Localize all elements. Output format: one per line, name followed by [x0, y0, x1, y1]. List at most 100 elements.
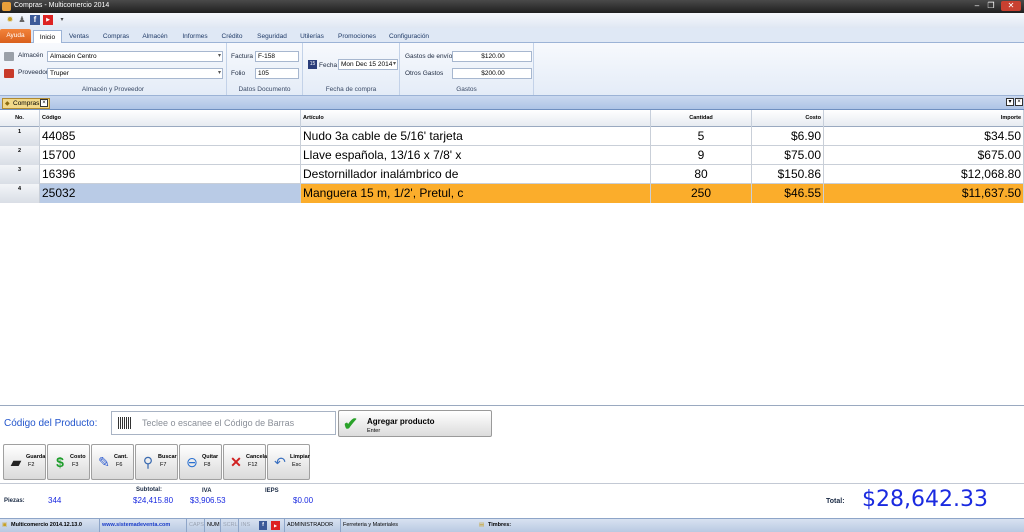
table-row[interactable]: 1 44085 Nudo 3a cable de 5/16' tarjeta 5…: [0, 127, 1024, 146]
window-title: Compras - Multicomercio 2014: [14, 2, 110, 9]
almacen-select[interactable]: Almacén Centro ▾: [47, 51, 223, 62]
facebook-icon[interactable]: f: [259, 521, 267, 530]
website-link[interactable]: www.sistemadeventa.com: [99, 519, 170, 532]
doc-tab-label: Compras: [13, 100, 40, 107]
proveedor-value: Truper: [50, 70, 69, 77]
close-icon[interactable]: ×: [1015, 98, 1023, 106]
guarda-button[interactable]: ▰ Guarda F2: [3, 444, 46, 480]
cell-codigo[interactable]: 25032: [40, 184, 301, 203]
tab-almacen[interactable]: Almacén: [138, 30, 172, 43]
cell-cantidad[interactable]: 9: [651, 146, 752, 165]
restore-icon[interactable]: ❐: [985, 1, 997, 11]
checkmark-icon: ✔: [343, 414, 359, 434]
user-text: ADMINISTRADOR: [284, 519, 333, 532]
header-importe[interactable]: Importe: [824, 110, 1024, 127]
proveedor-select[interactable]: Truper ▾: [47, 68, 223, 79]
quick-access-toolbar: ✹ ♟ f ▶ ▾: [0, 13, 1024, 28]
cell-cantidad[interactable]: 250: [651, 184, 752, 203]
cell-costo[interactable]: $6.90: [752, 127, 824, 146]
collapse-icon[interactable]: ▾: [1006, 98, 1014, 106]
ribbon-tabs: Ayuda Inicio Ventas Compras Almacén Info…: [0, 28, 1024, 43]
table-row-selected[interactable]: 4 25032 Manguera 15 m, 1/2', Pretul, c 2…: [0, 184, 1024, 203]
cell-importe[interactable]: $11,637.50: [824, 184, 1024, 203]
stamp-icon: ▤: [479, 522, 485, 528]
tab-ayuda[interactable]: Ayuda: [0, 29, 31, 43]
num-indicator: NUM: [204, 519, 220, 532]
chevron-down-icon[interactable]: ▾: [57, 15, 67, 25]
cell-codigo[interactable]: 44085: [40, 127, 301, 146]
cell-importe[interactable]: $12,068.80: [824, 165, 1024, 184]
cell-articulo[interactable]: Manguera 15 m, 1/2', Pretul, c: [301, 184, 651, 203]
cell-costo[interactable]: $150.86: [752, 165, 824, 184]
iva-value: $3,906.53: [190, 496, 226, 505]
button-key: F3: [72, 462, 79, 468]
cell-costo[interactable]: $46.55: [752, 184, 824, 203]
tab-informes[interactable]: Informes: [176, 30, 214, 43]
calendar-icon: 15: [308, 60, 317, 69]
group-caption: Almacén y Proveedor: [81, 86, 145, 93]
gastos-envio-field[interactable]: $120.00: [452, 51, 532, 62]
cancela-button[interactable]: ✕ Cancela F12: [223, 444, 267, 480]
button-label: Limpiar: [290, 454, 310, 460]
lightbulb-icon[interactable]: ✹: [5, 15, 15, 25]
table-row[interactable]: 2 15700 Llave española, 13/16 x 7/8' x 9…: [0, 146, 1024, 165]
header-no[interactable]: No.: [0, 110, 40, 127]
doc-tab-compras[interactable]: ◆ Compras ×: [2, 98, 50, 109]
cell-cantidad[interactable]: 80: [651, 165, 752, 184]
tab-utilerias[interactable]: Utilerías: [294, 30, 330, 43]
barcode-input[interactable]: Teclee o escanee el Código de Barras: [111, 411, 336, 435]
button-label: Guarda: [26, 454, 46, 460]
tab-seguridad[interactable]: Seguridad: [252, 30, 292, 43]
tab-credito[interactable]: Crédito: [217, 30, 247, 43]
header-articulo[interactable]: Artículo: [301, 110, 651, 127]
quitar-button[interactable]: ⊖ Quitar F8: [179, 444, 222, 480]
header-cantidad[interactable]: Cantidad: [651, 110, 752, 127]
users-icon[interactable]: ♟: [17, 15, 27, 25]
close-icon[interactable]: ✕: [1001, 1, 1021, 11]
tab-inicio[interactable]: Inicio: [33, 30, 62, 43]
buscar-button[interactable]: ⚲ Buscar F7: [135, 444, 178, 480]
chevron-down-icon: ▾: [217, 53, 221, 59]
cell-articulo[interactable]: Nudo 3a cable de 5/16' tarjeta: [301, 127, 651, 146]
tab-ventas[interactable]: Ventas: [64, 30, 94, 43]
subtotal-label: Subtotal:: [136, 487, 162, 493]
button-key: F8: [204, 462, 211, 468]
table-row[interactable]: 3 16396 Destornillador inalámbrico de 80…: [0, 165, 1024, 184]
factura-label: Factura: [231, 53, 254, 60]
cantidad-button[interactable]: ✎ Cant. F6: [91, 444, 134, 480]
minimize-icon[interactable]: –: [971, 1, 983, 11]
add-product-button[interactable]: ✔ Agregar producto Enter: [338, 410, 492, 437]
fecha-picker[interactable]: Mon Dec 15 2014 ▾: [338, 59, 398, 70]
minus-icon: ⊖: [186, 454, 198, 470]
tab-promociones[interactable]: Promociones: [333, 30, 381, 43]
costo-button[interactable]: $ Costo F3: [47, 444, 90, 480]
otros-gastos-field[interactable]: $200.00: [452, 68, 532, 79]
limpiar-button[interactable]: ↶ Limpiar Esc: [267, 444, 310, 480]
cell-importe[interactable]: $675.00: [824, 146, 1024, 165]
dollar-icon: $: [56, 454, 64, 470]
tab-compras[interactable]: Compras: [98, 30, 134, 43]
factura-field[interactable]: F-158: [255, 51, 299, 62]
cell-codigo[interactable]: 16396: [40, 165, 301, 184]
youtube-icon[interactable]: ▶: [43, 15, 53, 25]
tab-configuracion[interactable]: Configuración: [384, 30, 434, 43]
chevron-down-icon: ▾: [217, 70, 221, 76]
almacen-label: Almacén: [18, 52, 44, 59]
facebook-icon[interactable]: f: [30, 15, 40, 25]
cell-cantidad[interactable]: 5: [651, 127, 752, 146]
scrl-indicator: SCRL: [220, 519, 238, 532]
cell-articulo[interactable]: Llave española, 13/16 x 7/8' x: [301, 146, 651, 165]
youtube-icon[interactable]: ▶: [271, 521, 280, 530]
button-key: Esc: [292, 462, 302, 468]
header-codigo[interactable]: Código: [40, 110, 301, 127]
version-text: Multicomercio 2014.12.13.0: [11, 522, 82, 528]
folio-field[interactable]: 105: [255, 68, 299, 79]
cell-costo[interactable]: $75.00: [752, 146, 824, 165]
close-icon[interactable]: ×: [40, 99, 48, 107]
header-costo[interactable]: Costo: [752, 110, 824, 127]
cell-codigo[interactable]: 15700: [40, 146, 301, 165]
barcode-icon: [118, 417, 132, 429]
cell-articulo[interactable]: Destornillador inalámbrico de: [301, 165, 651, 184]
supplier-icon: [4, 69, 14, 78]
cell-importe[interactable]: $34.50: [824, 127, 1024, 146]
